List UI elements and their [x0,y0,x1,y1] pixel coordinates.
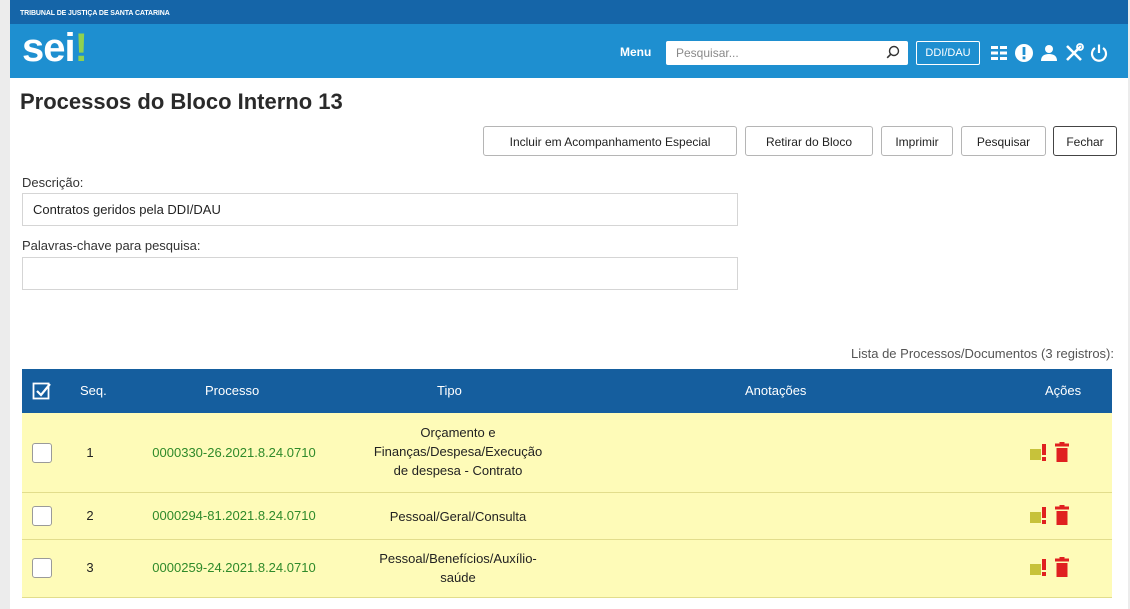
user-icon[interactable] [1038,42,1060,64]
logo-text: sei [22,26,76,70]
org-strip: TRIBUNAL DE JUSTIÇA DE SANTA CATARINA [10,0,1128,24]
header-processo[interactable]: Processo [205,383,259,398]
descricao-label: Descrição: [22,175,84,190]
palavras-chave-label: Palavras-chave para pesquisa: [22,238,201,253]
page-title: Processos do Bloco Interno 13 [20,89,343,114]
tipo-line: Pessoal/Benefícios/Auxílio- [379,551,537,566]
search-input[interactable] [674,42,884,64]
row-checkbox[interactable] [32,506,52,526]
sei-logo[interactable]: sei! [22,26,88,70]
delete-icon[interactable] [1054,557,1070,577]
select-all-checkbox-icon[interactable] [32,381,52,401]
row-checkbox[interactable] [32,558,52,578]
page: TRIBUNAL DE JUSTIÇA DE SANTA CATARINA se… [10,0,1128,609]
table-row: 2 0000294-81.2021.8.24.0710 Pessoal/Gera… [22,493,1112,540]
fechar-button[interactable]: Fechar [1053,126,1117,156]
power-icon[interactable] [1088,42,1110,64]
annotation-alert-icon[interactable] [1030,506,1048,526]
annotation-alert-icon[interactable] [1030,558,1048,578]
row-seq: 1 [86,445,94,460]
grid-icon[interactable] [988,42,1010,64]
table-caption: Lista de Processos/Documentos (3 registr… [851,346,1114,361]
tipo-line: saúde [440,570,476,585]
palavras-chave-field[interactable] [22,257,738,290]
search-box [666,41,908,65]
incluir-acompanhamento-button[interactable]: Incluir em Acompanhamento Especial [483,126,737,156]
table-row: 1 0000330-26.2021.8.24.0710 Orçamento e … [22,413,1112,493]
descricao-field[interactable] [22,193,738,226]
delete-icon[interactable] [1054,442,1070,462]
table-row: 3 0000259-24.2021.8.24.0710 Pessoal/Bene… [22,540,1112,598]
delete-icon[interactable] [1054,505,1070,525]
tipo-line: Pessoal/Geral/Consulta [389,509,527,524]
search-icon[interactable] [886,45,900,59]
org-name: TRIBUNAL DE JUSTIÇA DE SANTA CATARINA [20,10,170,17]
row-tipo: Orçamento e Finanças/Despesa/Execução de… [340,423,576,480]
row-tipo: Pessoal/Benefícios/Auxílio- saúde [340,549,576,587]
row-checkbox[interactable] [32,443,52,463]
process-link[interactable]: 0000330-26.2021.8.24.0710 [132,445,336,460]
row-seq: 2 [86,508,94,523]
logo-dot: ! [74,26,88,70]
imprimir-button[interactable]: Imprimir [881,126,953,156]
header-tipo[interactable]: Tipo [437,383,462,398]
menu-link[interactable]: Menu [620,45,651,59]
tipo-line: de despesa - Contrato [393,463,523,478]
table-header: Seq. Processo Tipo Anotações Ações [22,369,1112,413]
header-anotacoes: Anotações [745,383,807,398]
header-seq[interactable]: Seq. [80,383,107,398]
annotation-alert-icon[interactable] [1030,443,1048,463]
retirar-do-bloco-button[interactable]: Retirar do Bloco [745,126,873,156]
tipo-line: Finanças/Despesa/Execução [373,444,543,459]
tipo-line: Orçamento e [420,425,496,440]
unit-selector[interactable]: DDI/DAU [916,41,980,65]
alert-icon[interactable] [1013,42,1035,64]
row-seq: 3 [86,560,94,575]
pesquisar-button[interactable]: Pesquisar [961,126,1046,156]
header-acoes: Ações [1045,383,1082,398]
app-header: sei! Menu DDI/DAU [10,24,1128,78]
process-link[interactable]: 0000294-81.2021.8.24.0710 [132,508,336,523]
process-link[interactable]: 0000259-24.2021.8.24.0710 [132,560,336,575]
row-tipo: Pessoal/Geral/Consulta [340,507,576,526]
tools-icon[interactable] [1063,42,1085,64]
